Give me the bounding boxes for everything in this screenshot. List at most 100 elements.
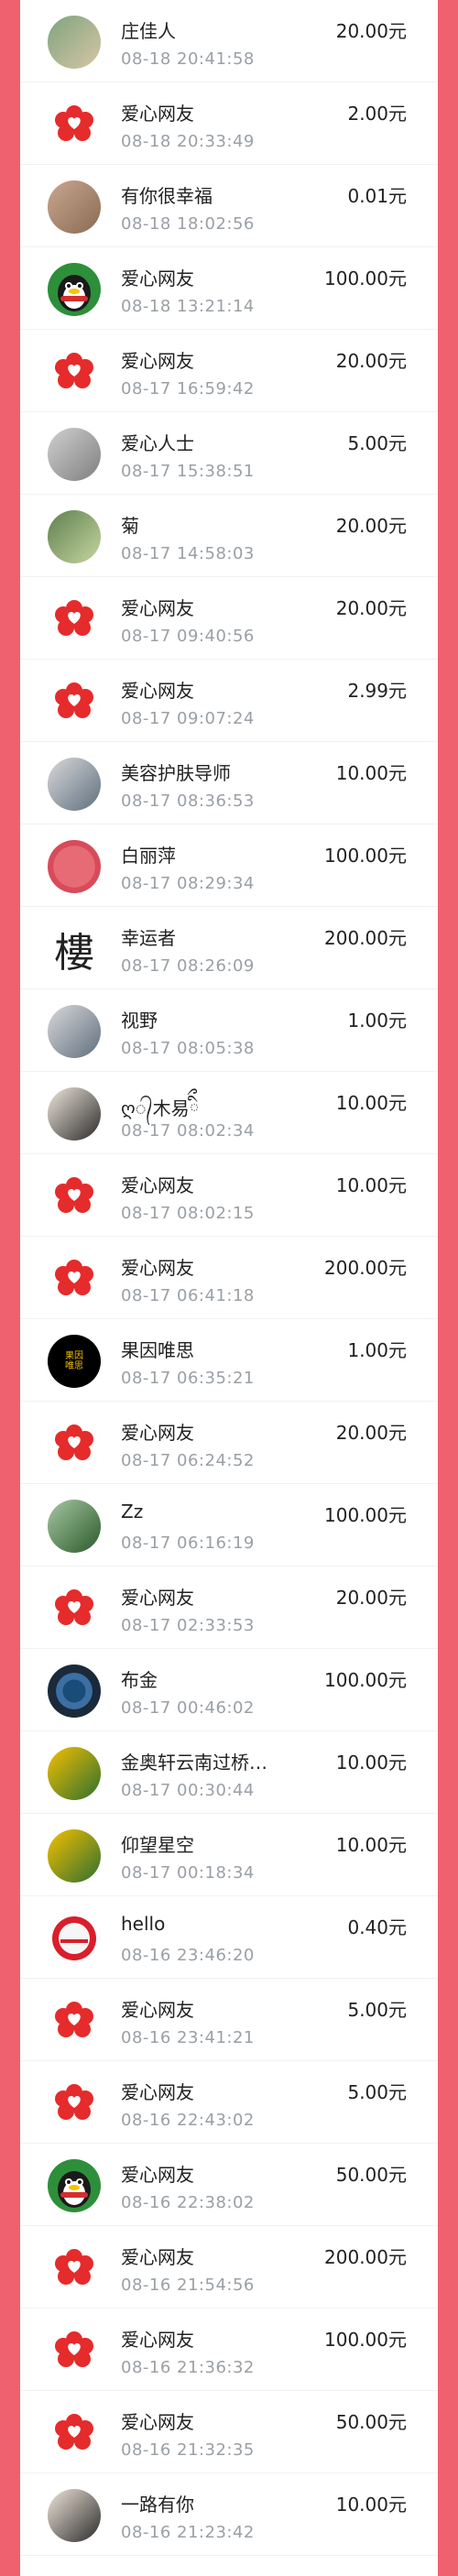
red-heart-flower-icon xyxy=(48,2077,101,2130)
donation-row[interactable]: 菊 08-17 14:58:03 20.00元 xyxy=(20,495,438,577)
donation-amount: 200.00元 xyxy=(324,2246,407,2268)
donation-amount: 1.00元 xyxy=(347,1339,407,1361)
donation-amount: 20.00元 xyxy=(335,515,407,537)
donation-row[interactable]: 爱心网友 08-16 23:41:21 5.00元 xyxy=(20,1979,438,2061)
donation-row[interactable]: 爱心网友 08-17 09:40:56 20.00元 xyxy=(20,577,438,660)
donation-amount: 0.01元 xyxy=(347,185,407,207)
avatar xyxy=(48,1994,101,2047)
donation-row[interactable]: 爱心网友 08-18 13:21:14 100.00元 xyxy=(20,247,438,330)
avatar xyxy=(48,1252,101,1305)
donation-row[interactable]: 爱心网友 08-17 02:33:53 20.00元 xyxy=(20,1566,438,1649)
avatar xyxy=(48,428,101,481)
donor-name: 爱心网友 xyxy=(121,2411,194,2433)
donation-row[interactable]: 白丽萍 08-17 08:29:34 100.00元 xyxy=(20,824,438,907)
red-heart-flower-icon xyxy=(48,1170,101,1223)
donation-row[interactable]: hello 08-16 23:46:20 0.40元 xyxy=(20,1896,438,1979)
donation-row[interactable]: 爱心网友 08-17 08:02:15 10.00元 xyxy=(20,1154,438,1237)
donation-time: 08-16 23:41:21 xyxy=(121,2028,255,2047)
donation-row[interactable]: 视野 08-17 08:05:38 1.00元 xyxy=(20,989,438,1072)
donation-amount: 100.00元 xyxy=(324,267,407,289)
red-heart-flower-icon xyxy=(48,2242,101,2295)
donation-amount: 50.00元 xyxy=(335,2411,407,2433)
avatar xyxy=(48,1500,101,1553)
donation-row[interactable]: 爱心网友 08-17 16:59:42 20.00元 xyxy=(20,330,438,412)
donation-amount: 10.00元 xyxy=(335,1174,407,1196)
donation-time: 08-17 08:02:15 xyxy=(121,1204,255,1223)
donation-row[interactable]: 爱心网友 08-16 21:32:35 50.00元 xyxy=(20,2391,438,2473)
donation-amount: 100.00元 xyxy=(324,845,407,867)
red-heart-flower-icon xyxy=(48,675,101,728)
donor-name: 白丽萍 xyxy=(121,845,176,867)
donation-time: 08-17 06:35:21 xyxy=(121,1369,255,1388)
donation-time: 08-17 08:29:34 xyxy=(121,874,255,893)
donation-time: 08-17 08:26:09 xyxy=(121,956,255,976)
avatar xyxy=(48,180,101,234)
red-heart-flower-icon xyxy=(48,593,101,646)
donation-amount: 20.00元 xyxy=(335,597,407,619)
avatar xyxy=(48,2077,101,2130)
red-heart-flower-icon xyxy=(48,98,101,151)
donor-name: 爱心网友 xyxy=(121,680,194,702)
donation-row[interactable]: 爱心网友 08-16 22:38:02 50.00元 xyxy=(20,2144,438,2226)
donation-time: 08-16 21:32:35 xyxy=(121,2440,255,2460)
red-heart-flower-icon xyxy=(48,1994,101,2047)
donation-row[interactable]: 美容护肤导师 08-17 08:36:53 10.00元 xyxy=(20,742,438,824)
avatar xyxy=(48,98,101,151)
donation-row[interactable]: Zz 08-17 06:16:19 100.00元 xyxy=(20,1484,438,1566)
donation-amount: 10.00元 xyxy=(335,762,407,784)
donation-amount: 10.00元 xyxy=(335,1752,407,1774)
donation-amount: 5.00元 xyxy=(347,1999,407,2021)
donation-time: 08-17 08:02:34 xyxy=(121,1121,255,1141)
donor-name: 幸运者 xyxy=(121,927,176,949)
donor-name: 爱心人士 xyxy=(121,432,194,454)
donation-time: 08-18 20:33:49 xyxy=(121,132,255,151)
donation-row[interactable]: 爱心网友 08-17 06:24:52 20.00元 xyxy=(20,1402,438,1484)
donor-name: 果因唯思 xyxy=(121,1339,194,1361)
donation-time: 08-17 09:40:56 xyxy=(121,627,255,646)
donation-row[interactable]: 樓 幸运者 08-17 08:26:09 200.00元 xyxy=(20,907,438,989)
donor-name: 爱心网友 xyxy=(121,1174,194,1196)
donation-time: 08-17 06:41:18 xyxy=(121,1286,255,1305)
donation-row[interactable]: 爱心网友 08-17 06:41:18 200.00元 xyxy=(20,1237,438,1319)
donation-row[interactable]: 金奥轩云南过桥… 08-17 00:30:44 10.00元 xyxy=(20,1731,438,1814)
donation-time: 08-16 21:36:32 xyxy=(121,2358,255,2377)
donation-amount: 20.00元 xyxy=(335,20,407,42)
donation-time: 08-16 22:38:02 xyxy=(121,2193,255,2212)
red-heart-flower-icon xyxy=(48,2407,101,2460)
donation-row[interactable]: 一路有你 08-16 21:23:42 10.00元 xyxy=(20,2473,438,2556)
donation-amount: 2.00元 xyxy=(347,103,407,125)
donation-amount: 50.00元 xyxy=(335,2164,407,2186)
donation-row[interactable]: 布金 08-17 00:46:02 100.00元 xyxy=(20,1649,438,1731)
donation-amount: 10.00元 xyxy=(335,1092,407,1114)
donation-row[interactable]: 爱心网友 08-16 21:36:32 100.00元 xyxy=(20,2309,438,2391)
donation-row[interactable]: 仰望星空 08-17 00:18:34 10.00元 xyxy=(20,1814,438,1896)
avatar xyxy=(48,345,101,398)
red-heart-flower-icon xyxy=(48,2324,101,2377)
donation-row[interactable]: 爱心人士 08-17 15:38:51 5.00元 xyxy=(20,412,438,495)
avatar xyxy=(48,1829,101,1883)
donor-name: 布金 xyxy=(121,1669,158,1691)
donor-name: 视野 xyxy=(121,1010,158,1031)
avatar xyxy=(48,2489,101,2542)
avatar xyxy=(48,1582,101,1635)
donation-row[interactable]: 爱心网友 08-16 21:54:56 200.00元 xyxy=(20,2226,438,2309)
donation-row[interactable]: 爱心网友 08-18 20:33:49 2.00元 xyxy=(20,82,438,165)
donation-time: 08-17 06:16:19 xyxy=(121,1534,255,1553)
donation-row[interactable]: 庄佳人 08-18 20:41:58 20.00元 xyxy=(20,0,438,82)
donor-name: 仰望星空 xyxy=(121,1834,194,1856)
avatar xyxy=(48,675,101,728)
donation-row[interactable]: 爱心网友 08-17 09:07:24 2.99元 xyxy=(20,660,438,742)
donation-row[interactable]: 爱心网友 08-16 22:43:02 5.00元 xyxy=(20,2061,438,2144)
donation-time: 08-17 08:05:38 xyxy=(121,1039,255,1058)
donation-row[interactable]: ღ᭄木易ིྀ 08-17 08:02:34 10.00元 xyxy=(20,1072,438,1154)
avatar xyxy=(48,2407,101,2460)
left-accent-bar xyxy=(0,0,20,2576)
donation-row[interactable]: 果因 唯思 果因唯思 08-17 06:35:21 1.00元 xyxy=(20,1319,438,1402)
avatar xyxy=(48,2159,101,2212)
avatar xyxy=(48,2324,101,2377)
donation-amount: 100.00元 xyxy=(324,2329,407,2351)
donor-name: 有你很幸福 xyxy=(121,185,213,207)
donor-name: 爱心网友 xyxy=(121,1257,194,1279)
donation-row[interactable]: 有你很幸福 08-18 18:02:56 0.01元 xyxy=(20,165,438,247)
red-heart-flower-icon xyxy=(48,1582,101,1635)
